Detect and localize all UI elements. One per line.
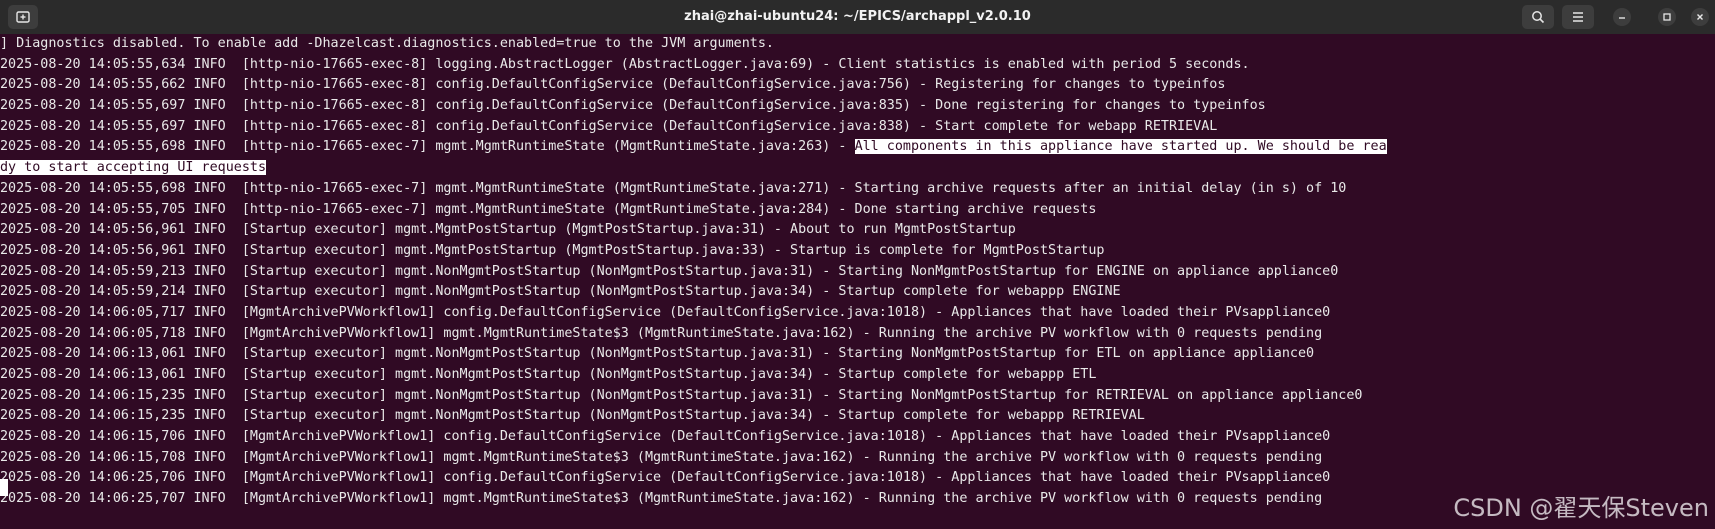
terminal-window: zhai@zhai-ubuntu24: ~/EPICS/archappl_v2.…	[0, 0, 1715, 529]
log-line: 2025-08-20 14:06:13,061 INFO [Startup ex…	[0, 346, 1315, 362]
watermark: CSDN @翟天保Steven	[1453, 494, 1709, 522]
log-line: 2025-08-20 14:06:05,718 INFO [MgmtArchiv…	[0, 325, 1323, 341]
log-line: 2025-08-20 14:05:56,961 INFO [Startup ex…	[0, 222, 1016, 238]
log-line: 2025-08-20 14:06:15,706 INFO [MgmtArchiv…	[0, 429, 1331, 445]
log-line: 2025-08-20 14:05:55,698 INFO [http-nio-1…	[0, 180, 1347, 196]
log-line: 2025-08-20 14:06:13,061 INFO [Startup ex…	[0, 367, 1097, 382]
log-line: 2025-08-20 14:06:05,717 INFO [MgmtArchiv…	[0, 304, 1331, 320]
hamburger-menu-icon	[1573, 12, 1583, 22]
close-button[interactable]	[1691, 8, 1709, 26]
selected-text[interactable]: All components in this appliance have st…	[854, 139, 1387, 155]
log-line: 2025-08-20 14:06:15,708 INFO [MgmtArchiv…	[0, 449, 1323, 465]
minimize-icon	[1619, 17, 1625, 19]
log-line-prefix: 2025-08-20 14:05:55,698 INFO [http-nio-1…	[0, 139, 855, 155]
log-line-highlighted: 2025-08-20 14:05:55,698 INFO [http-nio-1…	[0, 137, 1715, 158]
log-line: ] Diagnostics disabled. To enable add -D…	[0, 36, 774, 51]
maximize-button[interactable]	[1658, 8, 1676, 26]
terminal-output[interactable]: ] Diagnostics disabled. To enable add -D…	[0, 34, 1715, 529]
log-line: 2025-08-20 14:05:55,634 INFO [http-nio-1…	[0, 56, 1250, 72]
search-icon	[1532, 11, 1545, 24]
menu-button[interactable]	[1562, 5, 1594, 29]
log-line: 2025-08-20 14:05:55,662 INFO [http-nio-1…	[0, 77, 1226, 93]
log-line: 2025-08-20 14:05:55,697 INFO [http-nio-1…	[0, 118, 1218, 134]
close-icon	[1697, 14, 1703, 20]
log-line: 2025-08-20 14:05:59,214 INFO [Startup ex…	[0, 284, 1121, 300]
window-title: zhai@zhai-ubuntu24: ~/EPICS/archappl_v2.…	[684, 9, 1031, 24]
minimize-button[interactable]	[1613, 8, 1631, 26]
log-line-wrapped: dy to start accepting UI requests	[0, 158, 1715, 179]
log-line: 2025-08-20 14:06:15,235 INFO [Startup ex…	[0, 387, 1363, 403]
log-line: 2025-08-20 14:06:25,706 INFO [MgmtArchiv…	[0, 470, 1331, 486]
new-tab-icon	[16, 11, 30, 23]
new-tab-button[interactable]	[8, 5, 38, 29]
log-line: 2025-08-20 14:05:55,697 INFO [http-nio-1…	[0, 98, 1266, 114]
log-line: 2025-08-20 14:06:15,235 INFO [Startup ex…	[0, 408, 1145, 424]
log-line: 2025-08-20 14:05:55,705 INFO [http-nio-1…	[0, 201, 1097, 217]
selected-text[interactable]: dy to start accepting UI requests	[0, 160, 267, 176]
title-bar[interactable]: zhai@zhai-ubuntu24: ~/EPICS/archappl_v2.…	[0, 0, 1715, 34]
log-line: 2025-08-20 14:05:59,213 INFO [Startup ex…	[0, 263, 1339, 279]
search-button[interactable]	[1522, 5, 1554, 29]
log-line: 2025-08-20 14:05:56,961 INFO [Startup ex…	[0, 242, 1105, 258]
maximize-icon	[1663, 13, 1671, 21]
terminal-cursor	[0, 479, 8, 496]
